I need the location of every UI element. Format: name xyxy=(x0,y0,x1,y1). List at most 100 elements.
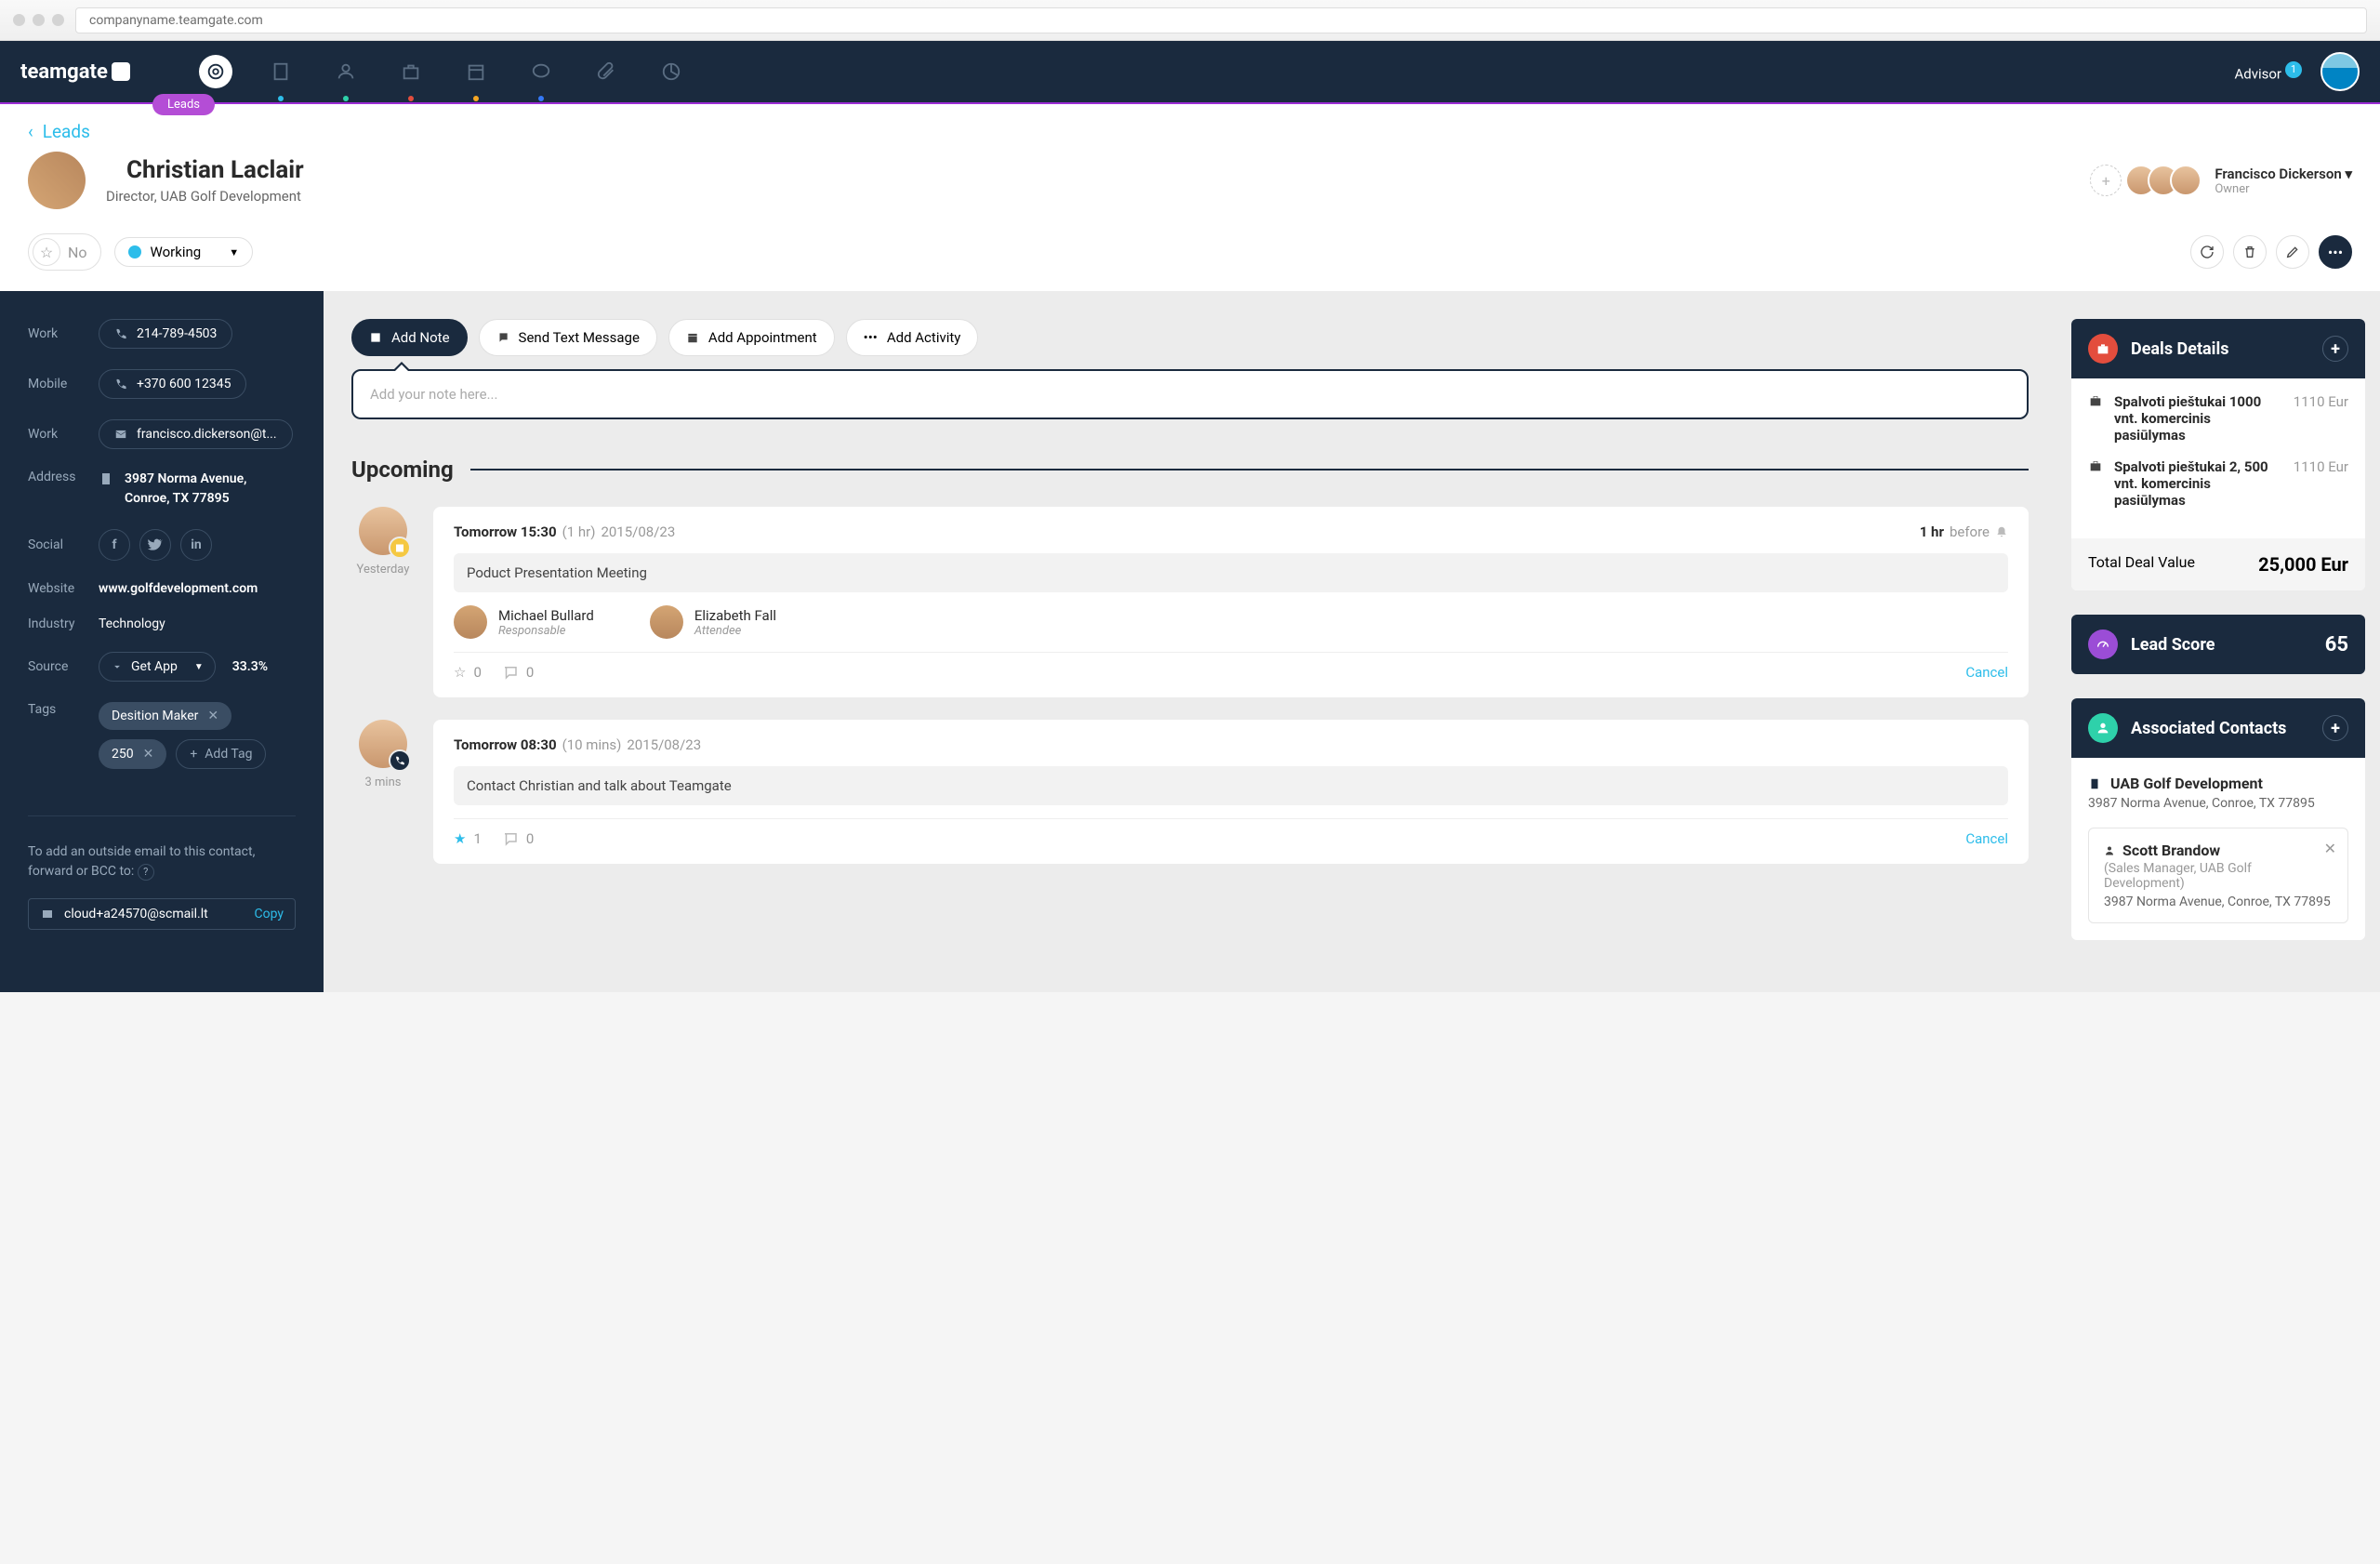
lead-header: ‹ Leads Christian Laclair Director, UAB … xyxy=(0,104,2380,291)
tag-pill[interactable]: Desition Maker✕ xyxy=(99,702,231,730)
twitter-icon[interactable] xyxy=(139,529,171,561)
nav-chat-icon[interactable] xyxy=(524,55,558,88)
help-icon[interactable]: ? xyxy=(138,864,154,881)
status-dropdown[interactable]: Working ▼ xyxy=(114,237,254,267)
source-dropdown[interactable]: Get App ▼ xyxy=(99,652,216,682)
url-bar[interactable]: companyname.teamgate.com xyxy=(75,7,2367,33)
nav-chart-icon[interactable] xyxy=(654,55,688,88)
logo[interactable]: teamgate xyxy=(20,60,130,84)
minimize-dot[interactable] xyxy=(33,14,45,26)
event-person[interactable]: Michael BullardResponsable xyxy=(454,605,594,639)
event-date: 2015/08/23 xyxy=(627,736,701,753)
building-icon xyxy=(2088,776,2101,791)
event-date: 2015/08/23 xyxy=(601,524,675,540)
company-name[interactable]: UAB Golf Development xyxy=(2088,775,2348,792)
mobile-phone-pill[interactable]: +370 600 12345 xyxy=(99,369,246,399)
edit-button[interactable] xyxy=(2276,235,2309,269)
comment-icon xyxy=(502,664,519,681)
more-button[interactable]: ••• xyxy=(2319,235,2352,269)
linkedin-icon[interactable]: in xyxy=(180,529,212,561)
comments-count[interactable]: 0 xyxy=(502,830,534,847)
contacts-card: Associated Contacts + UAB Golf Developme… xyxy=(2071,698,2365,940)
deal-row[interactable]: Spalvoti pieštukai 1000 vnt. komercinis … xyxy=(2088,393,2348,444)
event-duration: (1 hr) xyxy=(562,524,596,540)
breadcrumb[interactable]: ‹ Leads xyxy=(28,121,2352,142)
add-deal-button[interactable]: + xyxy=(2322,336,2348,362)
deal-row[interactable]: Spalvoti pieštukai 2, 500 vnt. komercini… xyxy=(2088,458,2348,509)
nav-building-icon[interactable] xyxy=(264,55,298,88)
add-appointment-button[interactable]: Add Appointment xyxy=(668,319,835,356)
user-avatar[interactable] xyxy=(2320,52,2360,91)
phone-badge-icon xyxy=(389,749,411,772)
event-card[interactable]: Tomorrow 15:30 (1 hr) 2015/08/23 1 hr be… xyxy=(433,507,2029,697)
industry-label: Industry xyxy=(28,616,82,631)
briefcase-icon xyxy=(2088,458,2103,473)
refresh-button[interactable] xyxy=(2190,235,2224,269)
deals-card: Deals Details + Spalvoti pieštukai 1000 … xyxy=(2071,319,2365,590)
deals-title: Deals Details xyxy=(2131,339,2228,359)
advisor-label[interactable]: Advisor1 xyxy=(2234,61,2302,83)
stars-count[interactable]: ★1 xyxy=(454,830,482,847)
delete-button[interactable] xyxy=(2233,235,2267,269)
header-actions: ••• xyxy=(2190,235,2352,269)
mail-icon xyxy=(40,908,55,920)
email-pill[interactable]: francisco.dickerson@t... xyxy=(99,419,293,449)
briefcase-icon xyxy=(2088,393,2103,408)
briefcase-icon xyxy=(2088,334,2118,364)
action-pills: Add Note Send Text Message Add Appointme… xyxy=(351,319,2029,356)
event-card[interactable]: Tomorrow 08:30 (10 mins) 2015/08/23 Cont… xyxy=(433,720,2029,864)
remove-contact-icon[interactable]: ✕ xyxy=(2324,840,2336,857)
nav-calendar-icon[interactable] xyxy=(459,55,493,88)
add-note-button[interactable]: Add Note xyxy=(351,319,468,356)
person-avatar xyxy=(650,605,683,639)
forward-email-box: cloud+a24570@scmail.lt Copy xyxy=(28,898,296,930)
event-person[interactable]: Elizabeth FallAttendee xyxy=(650,605,776,639)
address-label: Address xyxy=(28,470,82,484)
add-owner-button[interactable]: + xyxy=(2090,165,2122,196)
owner-name[interactable]: Francisco Dickerson xyxy=(2215,166,2341,182)
contact-item[interactable]: ✕ Scott Brandow (Sales Manager, UAB Golf… xyxy=(2088,828,2348,923)
remove-tag-icon[interactable]: ✕ xyxy=(207,709,218,723)
tags-container: Desition Maker✕ 250✕ +Add Tag xyxy=(99,702,296,769)
lead-avatar[interactable] xyxy=(28,152,86,209)
work-phone-pill[interactable]: 214-789-4503 xyxy=(99,319,232,349)
nav-target-icon[interactable] xyxy=(199,55,232,88)
nav-icons xyxy=(199,55,688,88)
close-dot[interactable] xyxy=(13,14,25,26)
copy-button[interactable]: Copy xyxy=(254,907,284,921)
cancel-button[interactable]: Cancel xyxy=(1965,664,2008,681)
chevron-down-icon: ▼ xyxy=(194,662,204,672)
contacts-title: Associated Contacts xyxy=(2131,719,2286,738)
leads-pill: Leads xyxy=(152,94,215,115)
team-avatars[interactable] xyxy=(2135,165,2202,196)
remove-tag-icon[interactable]: ✕ xyxy=(143,747,154,762)
add-contact-button[interactable]: + xyxy=(2322,715,2348,741)
website-link[interactable]: www.golfdevelopment.com xyxy=(99,581,258,596)
add-activity-button[interactable]: ••• Add Activity xyxy=(846,319,979,356)
nav-person-icon[interactable] xyxy=(329,55,363,88)
tag-pill[interactable]: 250✕ xyxy=(99,739,166,769)
facebook-icon[interactable]: f xyxy=(99,529,130,561)
lead-score-card[interactable]: Lead Score 65 xyxy=(2071,615,2365,674)
mail-icon xyxy=(114,428,127,441)
owner-dropdown-icon[interactable]: ▾ xyxy=(2345,166,2352,182)
logo-text: teamgate xyxy=(20,60,108,84)
cancel-button[interactable]: Cancel xyxy=(1965,830,2008,847)
score-value: 65 xyxy=(2325,633,2348,656)
stars-count[interactable]: ☆0 xyxy=(454,664,482,681)
activity-feed: Add Note Send Text Message Add Appointme… xyxy=(324,291,2056,992)
nav-attachment-icon[interactable] xyxy=(589,55,623,88)
event-duration: (10 mins) xyxy=(562,736,622,753)
event-created-time: 3 mins xyxy=(351,775,415,789)
gauge-icon xyxy=(2088,630,2118,659)
nav-briefcase-icon[interactable] xyxy=(394,55,428,88)
send-text-button[interactable]: Send Text Message xyxy=(479,319,657,356)
website-label: Website xyxy=(28,581,82,596)
star-toggle[interactable]: ☆ No xyxy=(28,233,101,271)
more-icon: ••• xyxy=(864,329,878,346)
comments-count[interactable]: 0 xyxy=(502,664,534,681)
note-input[interactable]: Add your note here... xyxy=(351,369,2029,419)
add-tag-button[interactable]: +Add Tag xyxy=(176,739,266,769)
maximize-dot[interactable] xyxy=(52,14,64,26)
event-description: Contact Christian and talk about Teamgat… xyxy=(454,766,2008,805)
